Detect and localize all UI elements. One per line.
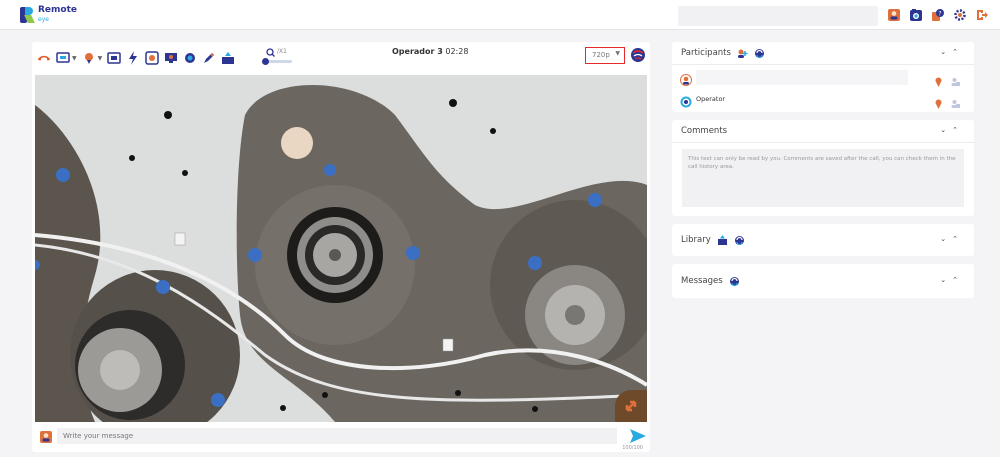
blur-icon[interactable] — [183, 51, 197, 65]
top-search-field[interactable] — [678, 6, 878, 26]
expand-icon — [625, 400, 637, 412]
participant-row: Operator — [680, 91, 974, 109]
messages-panel: Messages ⌄⌃ — [672, 264, 974, 298]
message-input[interactable] — [57, 428, 617, 444]
participant-name: Operator — [696, 95, 726, 103]
messages-header[interactable]: Messages ⌄⌃ — [672, 264, 974, 298]
library-title: Library — [681, 235, 711, 245]
operator-name: Operador 3 — [392, 47, 443, 56]
participant-row — [680, 69, 974, 87]
call-toolbar: ▼ ▼ — [37, 49, 235, 67]
participants-title: Participants — [681, 48, 731, 58]
chevron-down-icon: ▼ — [615, 50, 620, 57]
comments-panel: Comments ⌄⌃ This text can only be read b… — [672, 120, 974, 216]
chevron-down-icon[interactable]: ▼ — [72, 55, 77, 62]
operator-avatar-icon — [680, 93, 692, 108]
expand-video-button[interactable] — [615, 390, 647, 422]
send-icon[interactable] — [630, 428, 646, 443]
comments-textarea[interactable]: This text can only be read by you. Comme… — [682, 149, 964, 207]
flash-icon[interactable] — [126, 51, 140, 65]
user-avatar-icon — [39, 429, 53, 443]
app-logo[interactable]: Remote eye — [20, 6, 77, 24]
settings-gear-icon[interactable] — [953, 7, 967, 21]
call-panel: ▼ ▼ /X1 Operador 3 02:28 720p ▼ Write yo… — [32, 42, 650, 452]
resolution-select[interactable]: 720p ▼ — [585, 47, 625, 64]
screen-share-icon[interactable] — [56, 51, 70, 65]
participants-header[interactable]: Participants ⌄⌃ — [672, 42, 974, 64]
zoom-label: /X1 — [277, 48, 287, 55]
logo-mark-icon — [20, 7, 35, 23]
zoom-slider[interactable]: /X1 — [262, 48, 294, 66]
library-upload-icon[interactable] — [717, 234, 728, 246]
signal-quality-icon[interactable] — [630, 47, 646, 63]
app-tagline: eye — [38, 16, 49, 23]
refresh-icon[interactable] — [734, 235, 745, 246]
resolution-value: 720p — [592, 51, 610, 59]
library-header[interactable]: Library ⌄⌃ — [672, 224, 974, 256]
user-permissions-icon[interactable] — [951, 72, 960, 86]
library-panel: Library ⌄⌃ — [672, 224, 974, 256]
contact-icon[interactable] — [887, 7, 901, 21]
pointer-icon[interactable] — [934, 94, 943, 109]
panel-collapse-controls[interactable]: ⌄⌃ — [940, 235, 964, 243]
user-permissions-icon[interactable] — [951, 94, 960, 108]
pointer-icon[interactable] — [934, 72, 943, 87]
top-bar: Remote eye ? — [0, 0, 1000, 30]
screen-icon[interactable] — [164, 51, 178, 65]
refresh-icon[interactable] — [754, 48, 765, 59]
messages-title: Messages — [681, 276, 723, 286]
comments-title: Comments — [681, 126, 728, 136]
panel-collapse-controls[interactable]: ⌄⌃ — [940, 48, 964, 56]
machinery-video-frame — [35, 75, 647, 422]
panel-collapse-controls[interactable]: ⌄⌃ — [940, 276, 964, 284]
panel-collapse-controls[interactable]: ⌄⌃ — [940, 126, 964, 134]
app-name: Remote — [38, 5, 78, 15]
comments-header[interactable]: Comments ⌄⌃ — [672, 120, 974, 142]
pen-icon[interactable] — [202, 51, 216, 65]
refresh-icon[interactable] — [729, 276, 740, 287]
participant-avatar-icon — [680, 71, 692, 86]
logout-icon[interactable] — [975, 7, 989, 21]
pointer-icon[interactable] — [82, 51, 96, 65]
record-icon[interactable] — [145, 51, 159, 65]
svg-text:?: ? — [938, 10, 941, 17]
upload-icon[interactable] — [221, 51, 235, 65]
message-char-counter: 100/100 — [622, 445, 643, 451]
zoom-icon — [266, 48, 275, 57]
video-stream[interactable] — [35, 75, 647, 422]
message-bar: 100/100 — [35, 426, 647, 451]
participants-panel: Participants ⌄⌃ Operator — [672, 42, 974, 112]
camera-icon[interactable] — [909, 7, 923, 21]
call-duration: 02:28 — [445, 47, 469, 56]
add-participant-icon[interactable] — [737, 48, 748, 59]
zoom-slider-handle[interactable] — [262, 58, 269, 65]
help-icon[interactable]: ? — [931, 7, 945, 21]
capture-icon[interactable] — [107, 51, 121, 65]
chevron-down-icon[interactable]: ▼ — [98, 55, 103, 62]
hangup-icon[interactable] — [37, 51, 51, 65]
call-info: Operador 3 02:28 — [392, 47, 468, 56]
